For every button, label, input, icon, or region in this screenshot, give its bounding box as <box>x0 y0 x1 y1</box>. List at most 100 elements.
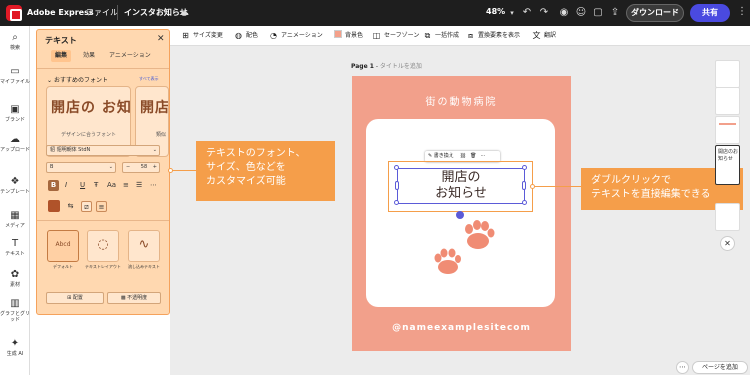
style-text-layout[interactable]: ◌ <box>87 230 119 262</box>
file-menu[interactable]: ファイル <box>86 7 118 19</box>
rail-item-ai[interactable]: ✦ 生成 AI <box>0 338 30 357</box>
arrange-label: 配置 <box>72 295 83 301</box>
rail-item-brand[interactable]: ▣ ブランド <box>0 104 30 123</box>
zoom-level[interactable]: 48% <box>486 7 505 16</box>
lightbulb-icon[interactable]: ◉ <box>557 6 571 20</box>
italic-button[interactable]: I <box>65 181 67 189</box>
text-color-swatch[interactable] <box>48 200 60 212</box>
swap-icon[interactable]: ⇆ <box>65 201 76 212</box>
replace-button[interactable]: ⧈ 置換要素を表示 <box>466 30 520 42</box>
bg-color-button[interactable]: 背景色 <box>334 30 363 42</box>
design-footer-handle[interactable]: @nameexamplesitecom <box>352 323 571 333</box>
close-icon[interactable]: ✕ <box>157 34 165 44</box>
comment-icon[interactable]: ▢ <box>591 6 605 20</box>
rail-item-elements[interactable]: ✿ 素材 <box>0 269 30 288</box>
redo-icon[interactable]: ↷ <box>537 6 551 20</box>
plus-icon[interactable]: + <box>153 163 157 172</box>
resize-handle-tl[interactable] <box>394 165 399 170</box>
safezone-button[interactable]: ◫ セーフゾーン <box>372 30 420 42</box>
resize-handle-br[interactable] <box>522 200 527 205</box>
cloud-sync-icon[interactable]: ☁ <box>177 6 191 20</box>
resize-button[interactable]: ⊞ サイズ変更 <box>181 30 223 42</box>
style-flow-text[interactable]: ∿ <box>128 230 160 262</box>
chevron-down-icon[interactable]: ▾ <box>505 6 519 20</box>
no-fill-icon[interactable]: ⧄ <box>81 201 92 212</box>
more-icon[interactable]: ⋯ <box>481 153 486 159</box>
text-line-1[interactable]: 開店の <box>398 171 524 185</box>
add-page-button[interactable]: ページを追加 <box>692 361 748 374</box>
rail-item-media[interactable]: ▦ メディア <box>0 210 30 229</box>
more-icon[interactable]: ⋯ <box>676 361 689 374</box>
animation-icon: ◔ <box>270 31 277 40</box>
undo-icon[interactable]: ↶ <box>520 6 534 20</box>
text-highlight-icon[interactable]: ≡ <box>96 201 107 212</box>
share-link-icon[interactable]: ⇪ <box>608 6 622 20</box>
bold-button[interactable]: B <box>48 180 59 191</box>
tab-effects[interactable]: 効果 <box>79 50 99 62</box>
page-thumbnail-selected[interactable]: 開店のお知らせ <box>715 145 740 185</box>
page-label[interactable]: Page 1 - タイトルを追加 <box>351 61 422 70</box>
rail-item-upload[interactable]: ☁ アップロード <box>0 134 30 153</box>
animation-button[interactable]: ◔ アニメーション <box>269 30 323 42</box>
rail-label: 生成 AI <box>6 351 24 357</box>
page-number: Page 1 <box>351 63 374 70</box>
rail-item-grid[interactable]: ▥ グラフとグリッド <box>0 298 30 323</box>
selected-text-box[interactable]: 開店の お知らせ <box>397 168 525 204</box>
resize-handle-bl[interactable] <box>394 200 399 205</box>
tab-animation[interactable]: アニメーション <box>105 50 155 62</box>
bulk-create-button[interactable]: ⧉ 一括作成 <box>423 30 459 42</box>
rail-item-search[interactable]: ⌕ 検索 <box>0 32 30 51</box>
tab-edit[interactable]: 編集 <box>51 50 72 62</box>
more-options-icon[interactable]: ⋯ <box>150 181 157 189</box>
adobe-express-logo[interactable] <box>6 5 22 21</box>
underline-button[interactable]: U <box>80 181 85 189</box>
opacity-button[interactable]: ▩ 不透明度 <box>107 292 161 304</box>
delete-icon[interactable]: 🗑 <box>470 153 476 159</box>
case-button[interactable]: Aa <box>107 181 116 189</box>
upload-icon: ☁ <box>10 134 20 145</box>
arrange-button[interactable]: ⊞ 配置 <box>46 292 104 304</box>
page-thumbnail[interactable] <box>715 203 740 231</box>
thumbnail-label: 開店のお知らせ <box>718 149 739 162</box>
see-all-link[interactable]: すべて表示 <box>139 76 159 82</box>
style-sample: Abcd <box>55 241 71 248</box>
share-button[interactable]: 共有 <box>690 4 730 22</box>
rail-item-myfiles[interactable]: ▭ マイファイル <box>0 66 30 85</box>
rotate-handle[interactable] <box>456 211 464 219</box>
palette-button[interactable]: ◍ 配色 <box>234 30 258 42</box>
style-sample: ∿ <box>138 237 150 252</box>
resize-handle-right[interactable] <box>522 181 526 190</box>
rail-item-template[interactable]: ❖ テンプレート <box>0 176 30 195</box>
page-thumbnail[interactable] <box>715 60 740 88</box>
chevron-down-icon: ⌄ <box>108 164 113 170</box>
font-size-stepper[interactable]: − 58 + <box>122 162 160 173</box>
page-title-placeholder[interactable]: タイトルを追加 <box>380 63 422 70</box>
page-thumbnail[interactable] <box>715 87 740 115</box>
rewrite-label[interactable]: 書き換え <box>434 153 454 159</box>
style-sample: ◌ <box>97 237 109 252</box>
resize-handle-left[interactable] <box>395 181 399 190</box>
translate-button[interactable]: 文翻訳 <box>532 30 557 42</box>
rail-label: テンプレート <box>0 189 30 195</box>
ai-icon: ✦ <box>10 338 20 349</box>
strikethrough-button[interactable]: Ŧ <box>94 181 98 189</box>
link-icon[interactable]: ⛓ <box>460 153 466 159</box>
resize-handle-tr[interactable] <box>522 165 527 170</box>
text-line-2[interactable]: お知らせ <box>398 187 524 201</box>
minus-icon[interactable]: − <box>126 164 132 170</box>
rail-item-text[interactable]: T テキスト <box>0 238 30 257</box>
rail-label: マイファイル <box>0 79 31 85</box>
align-button[interactable]: ≡ <box>123 181 129 189</box>
font-family-select[interactable]: 貂 貂明朝体 StdN ⌄ <box>46 145 160 156</box>
style-default[interactable]: Abcd <box>47 230 79 262</box>
user-icon[interactable]: ☺ <box>574 6 588 20</box>
rail-label: メディア <box>5 223 25 229</box>
page-thumbnail[interactable] <box>715 116 740 144</box>
download-button[interactable]: ダウンロード <box>626 4 684 22</box>
close-pages-icon[interactable]: ✕ <box>720 236 735 251</box>
list-button[interactable]: ☰ <box>136 181 142 189</box>
font-weight-select[interactable]: B ⌄ <box>46 162 116 173</box>
recommended-fonts-header[interactable]: ⌄ おすすめのフォント <box>47 75 108 84</box>
more-icon[interactable]: ⋮ <box>737 6 747 17</box>
design-title[interactable]: 街の動物病院 <box>352 93 571 108</box>
